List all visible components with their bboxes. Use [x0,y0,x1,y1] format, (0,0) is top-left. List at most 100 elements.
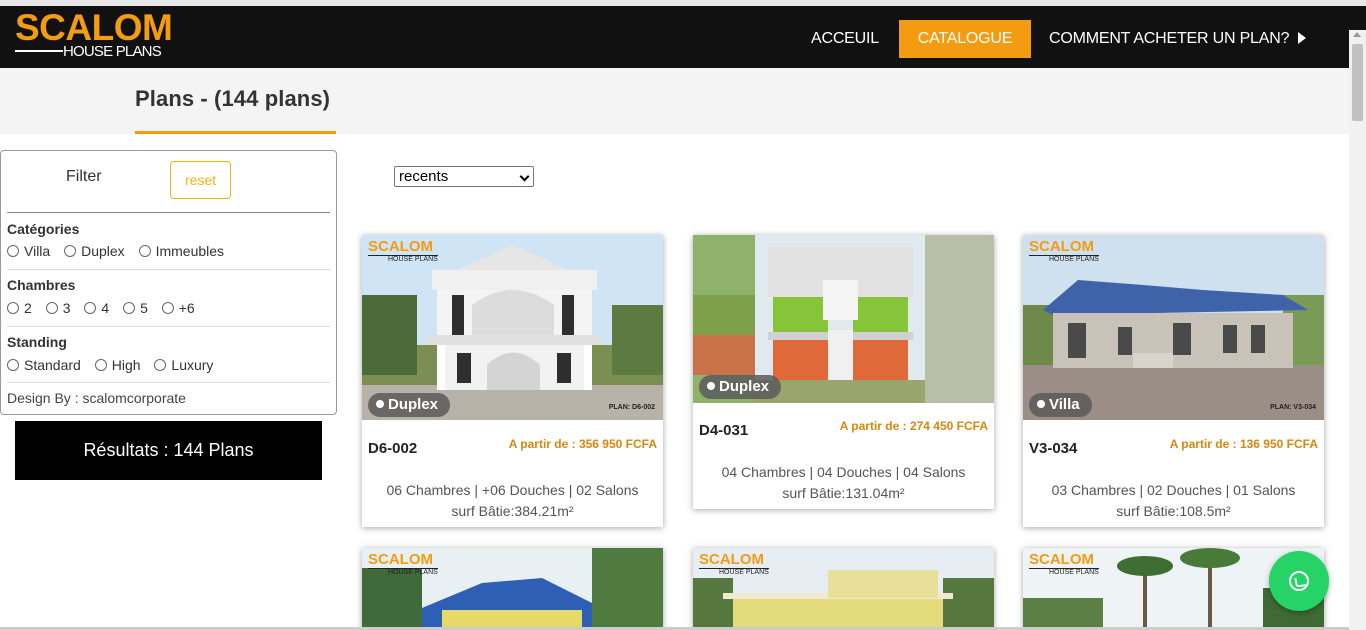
radio-high[interactable] [94,359,107,371]
filter-divider [7,269,330,270]
watermark-logo-sub: HOUSE PLANS [1029,568,1099,577]
filter-options-standing: Standard High Luxury [7,357,223,373]
radio-chambres-3[interactable] [45,302,58,314]
plan-price: A partir de : 274 450 FCFA [839,419,988,433]
watermark-logo-name: SCALOM [368,551,433,568]
option-villa[interactable]: Villa [7,243,50,259]
watermark-logo-name: SCALOM [368,238,433,255]
option-duplex[interactable]: Duplex [64,243,125,259]
filter-panel: Filter reset Catégories Villa Duplex Imm… [0,150,337,415]
scroll-up-arrow-icon[interactable] [1353,32,1361,37]
radio-immeubles[interactable] [138,245,151,257]
option-chambres-3[interactable]: 3 [45,300,71,316]
radio-luxury[interactable] [154,359,167,371]
watermark-logo-name: SCALOM [1029,238,1094,255]
plan-card[interactable]: Duplex D4-031 A partir de : 274 450 FCFA… [693,235,994,509]
plan-card[interactable]: SCALOM HOUSE PLANS PLAN: D6-002 Duplex D6… [362,235,663,527]
option-chambres-5[interactable]: 5 [123,300,148,316]
sort-select[interactable]: recents [394,166,534,187]
type-badge: Villa [1029,393,1092,417]
radio-standard[interactable] [7,359,19,371]
option-duplex-label: Duplex [81,243,125,259]
option-high[interactable]: High [94,357,141,373]
radio-chambres-5[interactable] [123,302,136,314]
plan-rooms: 04 Chambres | 04 Douches | 04 Salons [721,464,966,480]
logo-rule [15,50,63,52]
radio-chambres-2[interactable] [7,302,19,314]
filter-divider [7,382,330,383]
plan-rooms: 03 Chambres | 02 Douches | 01 Salons [1051,482,1296,498]
option-villa-label: Villa [24,243,51,259]
nav-comment-label: COMMENT ACHETER UN PLAN? [1049,30,1290,47]
type-badge: Duplex [368,393,451,417]
logo-name: SCALOM [15,7,173,48]
plan-surface: surf Bâtie:384.21m² [451,503,574,519]
radio-duplex[interactable] [64,245,77,257]
scroll-thumb[interactable] [1352,44,1363,121]
reset-button[interactable]: reset [170,161,231,199]
plan-code: D4-031 [699,422,749,439]
image-plan-label: PLAN: V3-034 [1270,404,1316,411]
plan-image[interactable]: SCALOM HOUSE PLANS PLAN: V3-034 Villa [1023,235,1324,420]
filter-section-title-categories: Catégories [7,221,80,237]
option-chambres-4[interactable]: 4 [84,300,109,316]
page-scrollbar[interactable] [1349,30,1366,630]
type-badge: Duplex [699,375,782,399]
nav-comment-acheter[interactable]: COMMENT ACHETER UN PLAN? [1049,20,1307,58]
plan-card[interactable]: SCALOM HOUSE PLANS [362,548,663,630]
option-luxury[interactable]: Luxury [154,357,213,373]
design-by-credit: Design By : scalomcorporate [7,390,186,406]
radio-chambres-6plus[interactable] [161,302,174,314]
option-high-label: High [111,357,141,373]
sort-selected-value: recents [399,168,449,185]
nav-catalogue[interactable]: CATALOGUE [899,20,1031,58]
logo-sub: HOUSE PLANS [63,43,162,60]
watermark-logo: SCALOM HOUSE PLANS [368,552,438,577]
page-heading-band: Plans - (144 plans) [0,68,1349,134]
watermark-logo-sub: HOUSE PLANS [1029,255,1099,264]
option-chambres-6plus-label: +6 [178,300,195,316]
option-chambres-4-label: 4 [101,300,110,316]
filter-section-title-chambres: Chambres [7,277,76,293]
radio-chambres-4[interactable] [84,302,97,314]
option-standard[interactable]: Standard [7,357,81,373]
filter-divider [7,326,330,327]
option-chambres-3-label: 3 [62,300,71,316]
site-logo[interactable]: SCALOM HOUSE PLANS [15,7,175,64]
results-count-button[interactable]: Résultats : 144 Plans [15,421,322,480]
plan-card[interactable]: SCALOM HOUSE PLANS PLAN: V3-034 Villa V3-… [1023,235,1324,527]
plan-image[interactable]: SCALOM HOUSE PLANS [362,548,663,630]
filter-section-title-standing: Standing [7,334,67,350]
plan-image[interactable]: SCALOM HOUSE PLANS PLAN: D6-002 Duplex [362,235,663,420]
option-standard-label: Standard [24,357,81,373]
option-immeubles[interactable]: Immeubles [138,243,225,259]
whatsapp-icon [1289,571,1309,591]
filter-divider [7,212,330,213]
watermark-logo-sub: HOUSE PLANS [699,568,769,577]
option-immeubles-label: Immeubles [155,243,225,259]
plan-price: A partir de : 136 950 FCFA [1169,437,1318,451]
filter-options-chambres: 2 3 4 5 +6 [7,300,205,316]
watermark-logo-sub: HOUSE PLANS [368,568,438,577]
plan-rooms: 06 Chambres | +06 Douches | 02 Salons [386,482,639,498]
navbar: SCALOM HOUSE PLANS ACCEUIL CATALOGUE COM… [0,6,1366,68]
chevron-down-icon [519,171,530,182]
nav-accueil[interactable]: ACCEUIL [811,20,879,58]
watermark-logo: SCALOM HOUSE PLANS [1029,552,1099,577]
radio-villa[interactable] [7,245,19,257]
filter-title: Filter [66,168,102,185]
watermark-logo: SCALOM HOUSE PLANS [699,552,769,577]
watermark-logo: SCALOM HOUSE PLANS [368,239,438,264]
plan-surface: surf Bâtie:131.04m² [782,485,905,501]
plan-code: D6-002 [368,440,418,457]
option-chambres-2[interactable]: 2 [7,300,32,316]
watermark-logo-name: SCALOM [1029,551,1094,568]
plan-image[interactable]: SCALOM HOUSE PLANS [693,548,994,630]
option-chambres-6plus[interactable]: +6 [161,300,195,316]
plan-surface: surf Bâtie:108.5m² [1116,503,1231,519]
plan-image[interactable]: Duplex [693,235,994,403]
plan-card[interactable]: SCALOM HOUSE PLANS [693,548,994,630]
image-plan-label: PLAN: D6-002 [608,404,655,411]
title-underline [135,131,336,134]
whatsapp-button[interactable] [1269,551,1329,611]
